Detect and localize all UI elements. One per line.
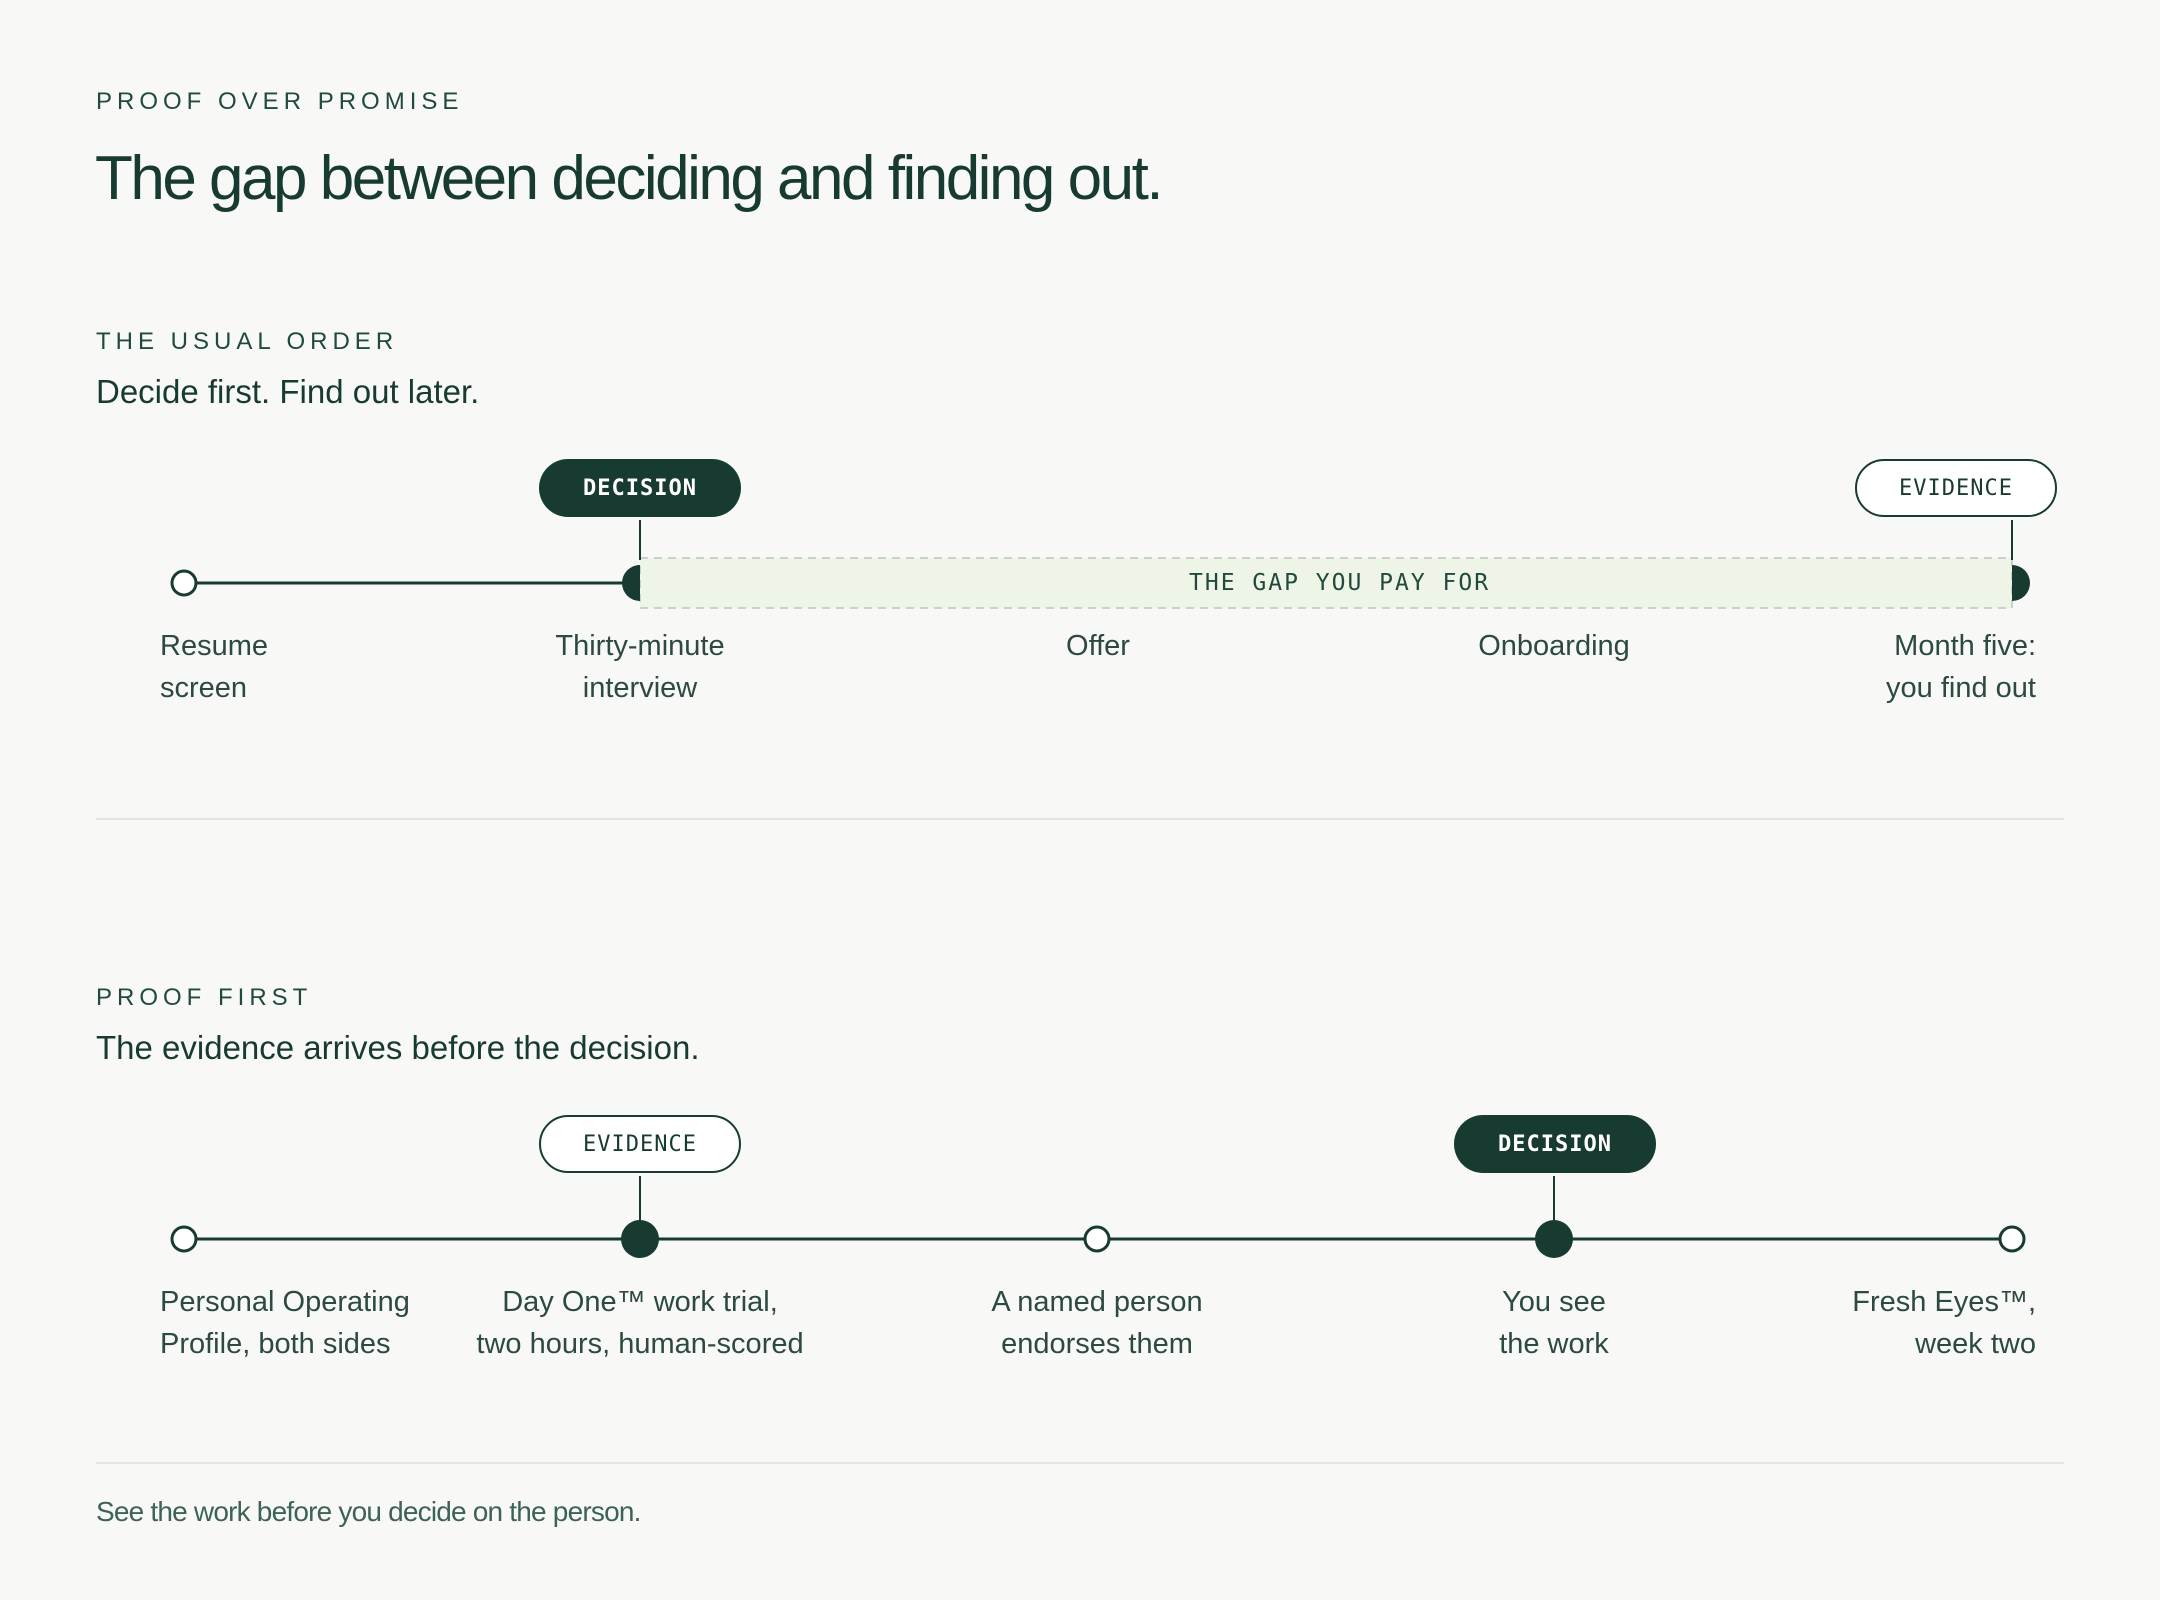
footer-divider bbox=[96, 1462, 2064, 1464]
stage-node-work-trial bbox=[621, 1220, 659, 1258]
stage-label-profile: Personal Operating Profile, both sides bbox=[160, 1286, 410, 1360]
stage-node-fresh-eyes bbox=[1998, 1225, 2026, 1253]
stage-node-endorsement bbox=[1083, 1225, 1111, 1253]
stage-label-see-work: You see the work bbox=[1499, 1286, 1609, 1360]
evidence-pill: EVIDENCE bbox=[539, 1115, 741, 1173]
stage-label-work-trial: Day One™ work trial, two hours, human-sc… bbox=[476, 1286, 804, 1360]
stage-node-profile bbox=[170, 1225, 198, 1253]
stage-label-fresh-eyes: Fresh Eyes™, week two bbox=[1852, 1286, 2036, 1360]
stage-node-see-work bbox=[1535, 1220, 1573, 1258]
decision-pill: DECISION bbox=[1454, 1115, 1656, 1173]
footer-tagline: See the work before you decide on the pe… bbox=[96, 1496, 641, 1527]
stage-label-endorsement: A named person endorses them bbox=[991, 1286, 1203, 1360]
